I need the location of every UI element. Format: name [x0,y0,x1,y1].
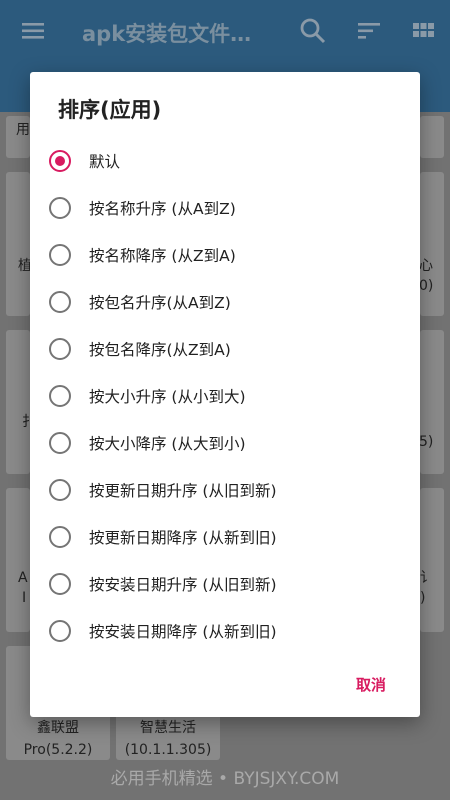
partial-label: 0) [419,278,434,294]
option-label: 按名称升序 (从A到Z) [89,200,236,218]
cancel-button[interactable]: 取消 [356,674,386,695]
radio-button[interactable] [49,620,71,642]
partial-label: 心 [419,258,433,274]
radio-button[interactable] [49,385,71,407]
sort-option-install-desc[interactable]: 按安装日期降序 (从新到旧) [48,609,408,653]
radio-button[interactable] [49,573,71,595]
partial-label: 5) [419,434,434,450]
radio-button[interactable] [49,197,71,219]
app-name: 智慧生活 [140,720,196,736]
search-icon[interactable] [298,16,328,46]
partial-label: ) [420,590,426,606]
partial-label: 用 [16,122,30,138]
radio-button[interactable] [49,338,71,360]
radio-button[interactable] [49,150,71,172]
app-card [420,116,444,158]
radio-button[interactable] [49,244,71,266]
option-label: 按大小升序 (从小到大) [89,388,246,406]
app-version: Pro(5.2.2) [23,742,93,758]
app-version: (10.1.1.305) [124,742,212,758]
option-label: 按更新日期降序 (从新到旧) [89,529,277,547]
app-card [420,488,444,632]
sort-option-size-desc[interactable]: 按大小降序 (从大到小) [48,421,408,465]
sort-option-name-asc[interactable]: 按名称升序 (从A到Z) [48,186,408,230]
sort-option-package-asc[interactable]: 按包名升序(从A到Z) [48,280,408,324]
sort-option-package-desc[interactable]: 按包名降序(从Z到A) [48,327,408,371]
menu-icon[interactable] [18,16,48,46]
sort-option-install-asc[interactable]: 按安装日期升序 (从旧到新) [48,562,408,606]
sort-option-default[interactable]: 默认 [48,139,408,183]
partial-label: I [22,590,27,606]
watermark: 必用手机精选 • BYJSJXY.COM [110,769,340,789]
radio-button[interactable] [49,291,71,313]
sort-option-update-asc[interactable]: 按更新日期升序 (从旧到新) [48,468,408,512]
app-title: apk安装包文件… [82,22,252,46]
sort-icon[interactable] [354,16,384,46]
option-label: 按安装日期降序 (从新到旧) [89,623,277,641]
radio-button[interactable] [49,479,71,501]
app-card [6,488,30,632]
app-name: 鑫联盟 [37,720,79,736]
option-label: 按名称降序 (从Z到A) [89,247,236,265]
option-label: 按更新日期升序 (从旧到新) [89,482,277,500]
sort-option-update-desc[interactable]: 按更新日期降序 (从新到旧) [48,515,408,559]
sort-option-name-desc[interactable]: 按名称降序 (从Z到A) [48,233,408,277]
dialog-title: 排序(应用) [58,98,162,122]
partial-label: 讠 [420,570,434,586]
app-card [6,172,30,316]
sort-dialog: 排序(应用) 默认 按名称升序 (从A到Z) 按名称降序 (从Z到A) 按包名升… [30,72,420,717]
app-card [6,330,30,474]
radio-button[interactable] [49,526,71,548]
option-label: 按包名降序(从Z到A) [89,341,231,359]
option-label: 默认 [89,153,121,171]
radio-button[interactable] [49,432,71,454]
grid-view-icon[interactable] [408,16,438,46]
option-label: 按包名升序(从A到Z) [89,294,231,312]
sort-option-size-asc[interactable]: 按大小升序 (从小到大) [48,374,408,418]
option-label: 按大小降序 (从大到小) [89,435,246,453]
option-label: 按安装日期升序 (从旧到新) [89,576,277,594]
partial-label: A [18,570,28,586]
